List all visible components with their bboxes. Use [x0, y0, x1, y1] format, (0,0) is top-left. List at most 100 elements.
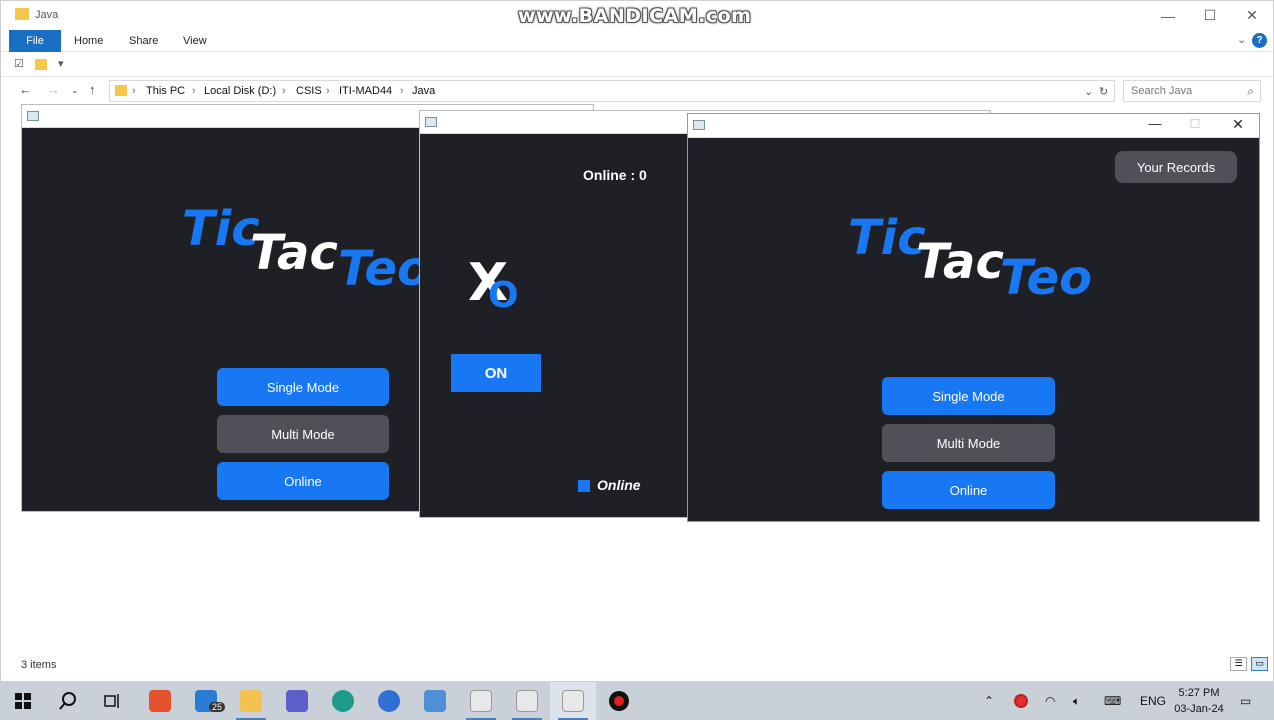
up-icon[interactable]: ↑ — [89, 82, 96, 97]
your-records-button[interactable]: Your Records — [1115, 151, 1237, 183]
task-view-icon — [104, 694, 119, 708]
taskbar-edge[interactable] — [320, 682, 366, 720]
language-indicator[interactable]: ENG — [1140, 682, 1166, 720]
logo-tac: Tac — [250, 225, 338, 281]
back-icon[interactable]: ← — [19, 82, 32, 97]
refresh-icon[interactable]: ↻ — [1099, 85, 1108, 98]
quick-access-toolbar: ☑ ▾ — [1, 52, 1273, 77]
app-icon — [425, 117, 437, 127]
customize-qat-icon[interactable]: ▾ — [58, 57, 64, 70]
dropdown-icon[interactable]: ⌄ — [1084, 85, 1093, 98]
tray-bandicam[interactable] — [1014, 682, 1028, 720]
online-button[interactable]: Online — [882, 471, 1055, 509]
logo-tic: Tic — [848, 210, 926, 266]
breadcrumb-iti-mad44[interactable]: ITI-MAD44 — [339, 85, 392, 97]
ribbon-expand-icon[interactable]: ⌄ — [1237, 33, 1246, 46]
close-button[interactable]: ✕ — [1231, 1, 1273, 30]
help-icon[interactable]: ? — [1252, 33, 1267, 48]
explorer-title: Java — [35, 9, 59, 21]
xo-o: O — [488, 275, 519, 316]
online-legend-square — [578, 480, 590, 492]
single-mode-button[interactable]: Single Mode — [882, 377, 1055, 415]
clock-date: 03-Jan-24 — [1174, 703, 1224, 715]
clock-time: 5:27 PM — [1178, 687, 1220, 699]
online-button[interactable]: Online — [217, 462, 389, 500]
action-center-button[interactable]: ▭ — [1240, 682, 1251, 720]
tab-file[interactable]: File — [9, 30, 61, 52]
chevron-right-icon: › — [326, 85, 330, 97]
edge-icon — [332, 690, 354, 712]
breadcrumb-csis[interactable]: CSIS — [296, 85, 322, 97]
cube-icon — [424, 690, 446, 712]
details-view-icon[interactable]: ☰ — [1230, 657, 1247, 671]
breadcrumb-local-disk[interactable]: Local Disk (D:) — [204, 85, 276, 97]
minimize-button[interactable]: — — [1140, 116, 1170, 131]
search-box[interactable]: Search Java ⌕ — [1123, 80, 1261, 102]
logo-tac: Tac — [916, 234, 1004, 290]
taskbar-app-orange[interactable] — [137, 682, 183, 720]
start-button[interactable] — [0, 682, 46, 720]
show-hidden-icons[interactable]: ⌃ — [984, 682, 994, 720]
taskbar-file-explorer[interactable] — [228, 682, 274, 720]
volume-icon: 🔈︎ — [1073, 693, 1081, 708]
tab-share[interactable]: Share — [129, 30, 158, 52]
recent-locations-icon[interactable]: ⌄ — [71, 85, 79, 96]
app-icon — [27, 111, 39, 121]
bandicam-watermark: www.BANDICAM.com — [518, 5, 752, 27]
task-view-button[interactable] — [90, 682, 136, 720]
clock[interactable]: 5:27 PM 03-Jan-24 — [1170, 685, 1228, 717]
taskbar: 25 ⌃ ◠ 🔈︎ ⌨ ENG 5:27 PM 03-Jan-24 ▭ — [0, 682, 1274, 720]
breadcrumb-this-pc[interactable]: This PC — [146, 85, 185, 97]
xo-logo: X O — [468, 253, 538, 323]
maximize-button[interactable]: ☐ — [1180, 117, 1210, 131]
tictacteo-logo: Tic Tac Teo — [182, 201, 442, 301]
folder-icon — [15, 8, 29, 20]
forward-icon[interactable]: → — [47, 82, 60, 97]
close-button[interactable]: ✕ — [1223, 116, 1253, 133]
game-window-right: — ☐ ✕ Your Records Tic Tac Teo Single Mo… — [687, 113, 1260, 522]
single-mode-button[interactable]: Single Mode — [217, 368, 389, 406]
chevron-right-icon: › — [192, 85, 196, 97]
large-icons-view-icon[interactable]: ▭ — [1251, 657, 1268, 671]
folder-icon — [115, 85, 127, 96]
tray-network[interactable]: ◠ — [1045, 682, 1055, 720]
tray-keyboard[interactable]: ⌨ — [1104, 682, 1121, 720]
taskbar-teams[interactable] — [274, 682, 320, 720]
window-titlebar: — ☐ ✕ — [688, 114, 1259, 138]
tictacteo-logo: Tic Tac Teo — [848, 210, 1108, 310]
taskbar-java-3[interactable] — [550, 682, 596, 720]
mail-badge: 25 — [209, 702, 226, 712]
new-folder-icon[interactable] — [35, 59, 47, 70]
logo-tic: Tic — [182, 201, 260, 257]
keyboard-icon: ⌨ — [1104, 694, 1122, 708]
breadcrumb-java[interactable]: Java — [412, 85, 435, 97]
search-icon — [59, 692, 76, 710]
record-icon — [1014, 694, 1028, 708]
chevron-right-icon: › — [282, 85, 286, 97]
notification-icon: ▭ — [1240, 694, 1252, 708]
properties-icon[interactable]: ☑ — [14, 57, 24, 70]
multi-mode-button[interactable]: Multi Mode — [882, 424, 1055, 462]
search-button[interactable] — [45, 682, 91, 720]
chevron-right-icon: › — [400, 85, 404, 97]
address-bar[interactable]: › This PC › Local Disk (D:) › CSIS › ITI… — [109, 80, 1115, 102]
taskbar-bandicam[interactable] — [596, 682, 642, 720]
taskbar-java-1[interactable] — [458, 682, 504, 720]
address-row: ← → ⌄ ↑ › This PC › Local Disk (D:) › CS… — [1, 78, 1273, 104]
taskbar-java-2[interactable] — [504, 682, 550, 720]
minimize-button[interactable]: — — [1147, 1, 1189, 30]
taskbar-app-a[interactable] — [366, 682, 412, 720]
java-icon — [516, 690, 538, 712]
taskbar-app-cube[interactable] — [412, 682, 458, 720]
tab-view[interactable]: View — [183, 30, 207, 52]
on-button[interactable]: ON — [451, 354, 541, 392]
app-icon — [378, 690, 400, 712]
maximize-button[interactable]: ☐ — [1189, 1, 1231, 30]
folder-icon — [240, 690, 262, 712]
multi-mode-button[interactable]: Multi Mode — [217, 415, 389, 453]
tray-volume[interactable]: 🔈︎ — [1073, 682, 1080, 720]
taskbar-mail[interactable]: 25 — [183, 682, 229, 720]
wifi-icon: ◠ — [1045, 694, 1056, 708]
tab-home[interactable]: Home — [74, 30, 103, 52]
java-icon — [562, 690, 584, 712]
